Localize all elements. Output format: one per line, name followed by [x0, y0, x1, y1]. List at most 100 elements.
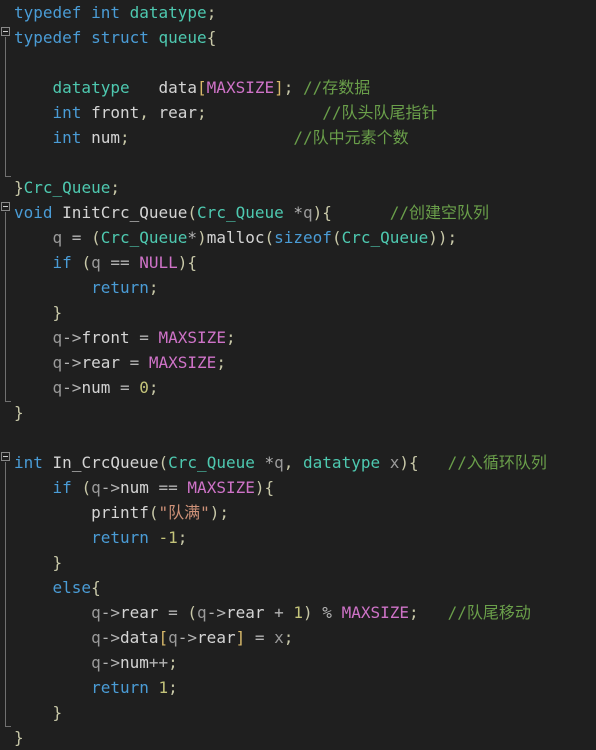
code-line[interactable]: } — [14, 400, 596, 425]
code-line[interactable]: } — [14, 550, 596, 575]
code-token: MAXSIZE — [148, 353, 217, 372]
code-token: rear — [81, 353, 120, 372]
code-token: "队满" — [158, 503, 210, 522]
code-token: else — [52, 578, 92, 597]
code-line[interactable]: q->num++; — [14, 650, 596, 675]
code-token: = — [245, 628, 275, 647]
code-token: = — [110, 378, 140, 397]
fold-marker-init-crc-queue[interactable] — [1, 202, 10, 211]
code-line[interactable]: return -1; — [14, 525, 596, 550]
code-token: ; — [409, 603, 419, 622]
code-token: * — [187, 228, 198, 247]
code-token: printf — [91, 503, 149, 522]
code-token: In_CrcQueue — [52, 453, 159, 472]
code-token: MAXSIZE — [206, 78, 275, 97]
code-token: [ — [197, 78, 207, 97]
code-token: rear — [197, 628, 236, 647]
code-line[interactable]: } — [14, 700, 596, 725]
code-line[interactable]: q->front = MAXSIZE; — [14, 325, 596, 350]
code-token: ; — [110, 178, 120, 197]
fold-marker-in-crcqueue[interactable] — [1, 452, 10, 461]
code-line[interactable]: int front, rear; //队头队尾指针 — [14, 100, 596, 125]
code-line[interactable] — [14, 50, 596, 75]
code-line[interactable]: } — [14, 725, 596, 750]
code-token: = — [158, 603, 188, 622]
code-line[interactable]: } — [14, 300, 596, 325]
code-token: int — [91, 3, 120, 22]
code-token: ) — [399, 453, 410, 472]
code-line[interactable]: typedef int datatype; — [14, 0, 596, 25]
code-line[interactable]: }Crc_Queue; — [14, 175, 596, 200]
code-token: struct — [91, 28, 149, 47]
code-line[interactable]: printf("队满"); — [14, 500, 596, 525]
code-token: * — [283, 203, 304, 222]
fold-rail-end-init-crc-queue — [5, 401, 11, 402]
fold-marker-struct-queue[interactable] — [1, 27, 10, 36]
code-line[interactable]: int num; //队中元素个数 — [14, 125, 596, 150]
code-token: q — [52, 228, 63, 247]
code-token: ) — [312, 203, 323, 222]
code-line[interactable]: if (q == NULL){ — [14, 250, 596, 275]
code-token: ; — [219, 503, 230, 522]
code-token: Crc_Queue — [23, 178, 111, 197]
code-token: //存数据 — [303, 78, 371, 97]
code-line[interactable] — [14, 425, 596, 450]
code-token: { — [187, 253, 198, 272]
code-line[interactable]: void InitCrc_Queue(Crc_Queue *q){ //创建空队… — [14, 200, 596, 225]
code-token: queue — [158, 28, 207, 47]
code-token: num — [119, 653, 149, 672]
code-line[interactable] — [14, 150, 596, 175]
code-line[interactable]: else{ — [14, 575, 596, 600]
code-token: ( — [187, 203, 198, 222]
fold-rail-end-in-crcqueue — [5, 726, 11, 727]
code-text-area[interactable]: typedef int datatype; typedef struct queu… — [14, 0, 596, 750]
code-token: ( — [187, 603, 198, 622]
code-token: MAXSIZE — [187, 478, 255, 497]
code-token: //队中元素个数 — [293, 128, 409, 147]
code-token: ; — [168, 678, 178, 697]
code-line[interactable]: int In_CrcQueue(Crc_Queue *q, datatype x… — [14, 450, 596, 475]
code-token: ( — [81, 478, 92, 497]
code-token: front — [81, 328, 130, 347]
fold-rail-init-crc-queue — [5, 212, 6, 401]
code-token: x — [274, 628, 284, 647]
code-line[interactable]: q->rear = MAXSIZE; — [14, 350, 596, 375]
code-line[interactable]: return; — [14, 275, 596, 300]
code-token: { — [264, 478, 275, 497]
folding-gutter[interactable] — [0, 0, 14, 745]
code-line[interactable]: q->num = 0; — [14, 375, 596, 400]
code-line[interactable]: if (q->num == MAXSIZE){ — [14, 475, 596, 500]
code-line[interactable]: return 1; — [14, 675, 596, 700]
code-token: typedef — [14, 3, 82, 22]
fold-rail-struct-queue — [5, 37, 6, 176]
code-token: int — [52, 103, 82, 122]
code-token: Crc_Queue — [168, 453, 255, 472]
code-token: -> — [206, 603, 226, 622]
code-token: q — [52, 328, 63, 347]
code-token: q — [91, 603, 101, 622]
code-editor[interactable]: typedef int datatype; typedef struct queu… — [0, 0, 596, 747]
code-line[interactable]: datatype data[MAXSIZE]; //存数据 — [14, 75, 596, 100]
code-line[interactable]: q->rear = (q->rear + 1) % MAXSIZE; //队尾移… — [14, 600, 596, 625]
code-line[interactable]: typedef struct queue{ — [14, 25, 596, 50]
code-token: front — [91, 103, 140, 122]
code-token: [ — [158, 628, 169, 647]
code-line[interactable]: q = (Crc_Queue*)malloc(sizeof(Crc_Queue)… — [14, 225, 596, 250]
code-line[interactable]: q->data[q->rear] = x; — [14, 625, 596, 650]
code-token: return — [91, 678, 149, 697]
